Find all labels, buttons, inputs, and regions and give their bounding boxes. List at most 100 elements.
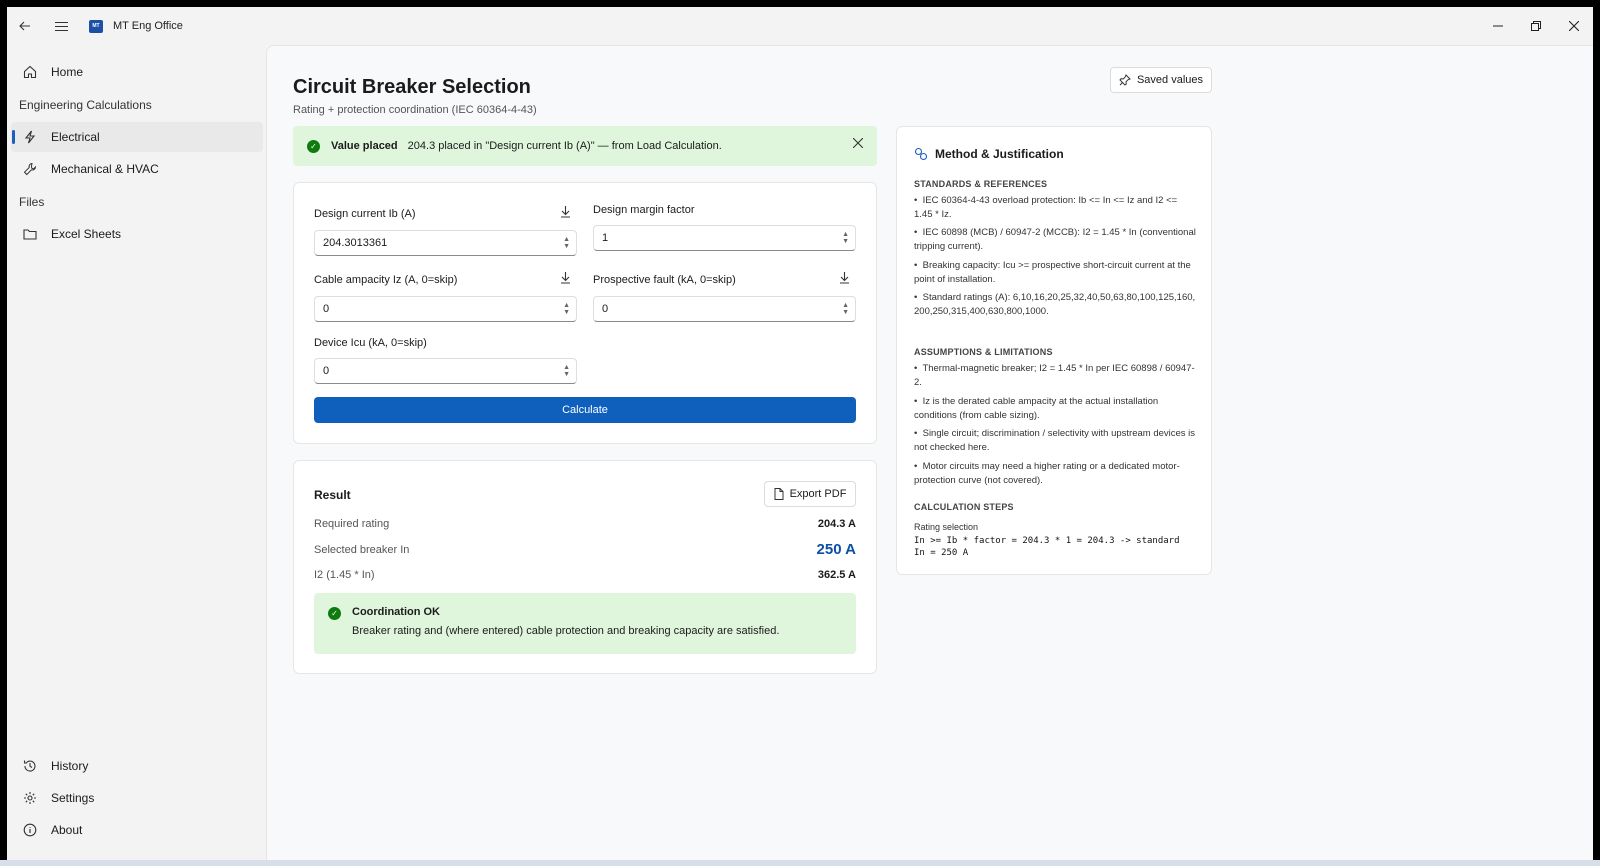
result-title: Result [314, 488, 351, 502]
minimize-icon [1493, 25, 1503, 27]
sidebar: Home Engineering Calculations Electrical… [7, 45, 267, 860]
device-icu-input[interactable]: 0 ▲ ▼ [314, 358, 577, 384]
prospective-fault-input[interactable]: 0 ▲ ▼ [593, 296, 856, 322]
download-icon [840, 272, 849, 284]
list-item: • Thermal-magnetic breaker; I2 = 1.45 * … [914, 363, 1195, 388]
list-item: • IEC 60898 (MCB) / 60947-2 (MCCB): I2 =… [914, 227, 1196, 252]
window-controls [1479, 7, 1593, 45]
sidebar-item-label: About [51, 823, 83, 837]
standards-heading: STANDARDS & REFERENCES [914, 179, 1048, 189]
prospective-fault-value: 0 [602, 303, 609, 315]
design-current-input[interactable]: 204.3013361 ▲ ▼ [314, 230, 577, 256]
design-current-label: Design current Ib (A) [314, 208, 416, 220]
sidebar-item-label: History [51, 759, 89, 773]
prospective-fault-label: Prospective fault (kA, 0=skip) [593, 274, 736, 286]
info-icon [21, 821, 39, 839]
spin-chevrons-icon[interactable]: ▲ ▼ [842, 231, 849, 245]
spin-chevrons-icon[interactable]: ▲ ▼ [563, 236, 570, 250]
i2-value: 362.5 A [817, 569, 856, 581]
margin-factor-value: 1 [602, 232, 609, 244]
sidebar-item-about[interactable]: About [11, 815, 263, 845]
import-value-button[interactable] [560, 272, 571, 287]
hamburger-icon [54, 21, 68, 31]
value-placed-banner: ✓ Value placed 204.3 placed in "Design c… [293, 126, 877, 166]
standard-text: IEC 60364-4-43 overload protection: Ib <… [914, 195, 1178, 220]
saved-values-label: Saved values [1136, 74, 1204, 86]
steps-heading: CALCULATION STEPS [914, 502, 1014, 512]
required-rating-row: Required rating 204.3 A [314, 518, 856, 530]
spin-chevrons-icon[interactable]: ▲ ▼ [842, 302, 849, 316]
cable-ampacity-label: Cable ampacity Iz (A, 0=skip) [314, 274, 458, 286]
assumption-text: Single circuit; discrimination / selecti… [914, 428, 1196, 453]
app-logo: MT [89, 19, 103, 33]
saved-values-button[interactable]: Saved values [1110, 67, 1212, 93]
page-title: Circuit Breaker Selection [293, 76, 531, 98]
banner-message: 204.3 placed in "Design current Ib (A)" … [407, 140, 722, 152]
coordination-message: Breaker rating and (where entered) cable… [352, 625, 780, 637]
method-card: Method & Justification STANDARDS & REFER… [896, 126, 1212, 575]
coordination-status-box: ✓ Coordination OK Breaker rating and (wh… [314, 593, 856, 654]
assumption-text: Iz is the derated cable ampacity at the … [914, 396, 1159, 421]
export-pdf-button[interactable]: Export PDF [764, 481, 856, 507]
export-pdf-label: Export PDF [789, 488, 847, 500]
sidebar-item-home[interactable]: Home [11, 57, 263, 87]
margin-factor-input[interactable]: 1 ▲ ▼ [593, 225, 856, 251]
list-item: • Standard ratings (A): 6,10,16,20,25,32… [914, 292, 1196, 317]
device-icu-value: 0 [323, 365, 330, 377]
result-card: Result Export PDF Required rating 204.3 … [293, 460, 877, 674]
wrench-icon [21, 160, 39, 178]
i2-row: I2 (1.45 * In) 362.5 A [314, 569, 856, 581]
cable-ampacity-input[interactable]: 0 ▲ ▼ [314, 296, 577, 322]
device-icu-label: Device Icu (kA, 0=skip) [314, 337, 427, 349]
list-item: • Iz is the derated cable ampacity at th… [914, 396, 1159, 421]
inputs-card: Design current Ib (A) 204.3013361 ▲ ▼ Des… [293, 182, 877, 444]
sidebar-item-label: Home [51, 65, 84, 79]
standard-text: Standard ratings (A): 6,10,16,20,25,32,4… [914, 292, 1196, 317]
sidebar-item-excel-sheets[interactable]: Excel Sheets [11, 219, 263, 249]
pin-icon [1119, 74, 1131, 86]
close-icon [1569, 21, 1579, 31]
page-subtitle: Rating + protection coordination (IEC 60… [293, 104, 537, 116]
menu-button[interactable] [43, 10, 79, 42]
history-icon [21, 757, 39, 775]
back-button[interactable] [7, 10, 43, 42]
coordination-title: Coordination OK [352, 606, 440, 618]
method-title: Method & Justification [935, 147, 1064, 161]
success-check-icon: ✓ [307, 139, 320, 153]
assumptions-heading: ASSUMPTIONS & LIMITATIONS [914, 347, 1053, 357]
method-icon [914, 147, 928, 164]
home-icon [21, 63, 39, 81]
selected-breaker-label: Selected breaker In [314, 543, 410, 556]
banner-close-button[interactable] [852, 137, 864, 151]
sidebar-section-engineering: Engineering Calculations [19, 98, 152, 112]
standard-text: IEC 60898 (MCB) / 60947-2 (MCCB): I2 = 1… [914, 227, 1196, 252]
import-value-button[interactable] [560, 206, 571, 221]
spin-chevrons-icon[interactable]: ▲ ▼ [563, 364, 570, 378]
download-icon [561, 272, 570, 284]
title-bar: MT MT Eng Office [7, 7, 1593, 45]
assumption-text: Motor circuits may need a higher rating … [914, 461, 1180, 486]
minimize-button[interactable] [1479, 7, 1517, 45]
calculate-button[interactable]: Calculate [314, 397, 856, 423]
lightning-icon [21, 128, 39, 146]
restore-icon [1531, 21, 1541, 31]
success-check-icon: ✓ [328, 607, 341, 620]
sidebar-item-history[interactable]: History [11, 751, 263, 781]
sidebar-item-settings[interactable]: Settings [11, 783, 263, 813]
sidebar-item-label: Excel Sheets [51, 227, 122, 241]
close-button[interactable] [1555, 7, 1593, 45]
sidebar-item-mechanical[interactable]: Mechanical & HVAC [11, 154, 263, 184]
back-arrow-icon [19, 21, 30, 31]
import-value-button[interactable] [839, 272, 850, 287]
sidebar-section-files: Files [19, 195, 45, 209]
sidebar-item-electrical[interactable]: Electrical [11, 122, 263, 152]
app-title: MT Eng Office [113, 20, 183, 32]
selected-breaker-row: Selected breaker In 250 A [314, 541, 856, 558]
sidebar-item-label: Electrical [51, 130, 100, 144]
banner-title: Value placed [331, 140, 398, 152]
list-item: • Motor circuits may need a higher ratin… [914, 461, 1180, 486]
restore-button[interactable] [1517, 7, 1555, 45]
list-item: • Single circuit; discrimination / selec… [914, 428, 1196, 453]
cable-ampacity-value: 0 [323, 303, 330, 315]
spin-chevrons-icon[interactable]: ▲ ▼ [563, 302, 570, 316]
